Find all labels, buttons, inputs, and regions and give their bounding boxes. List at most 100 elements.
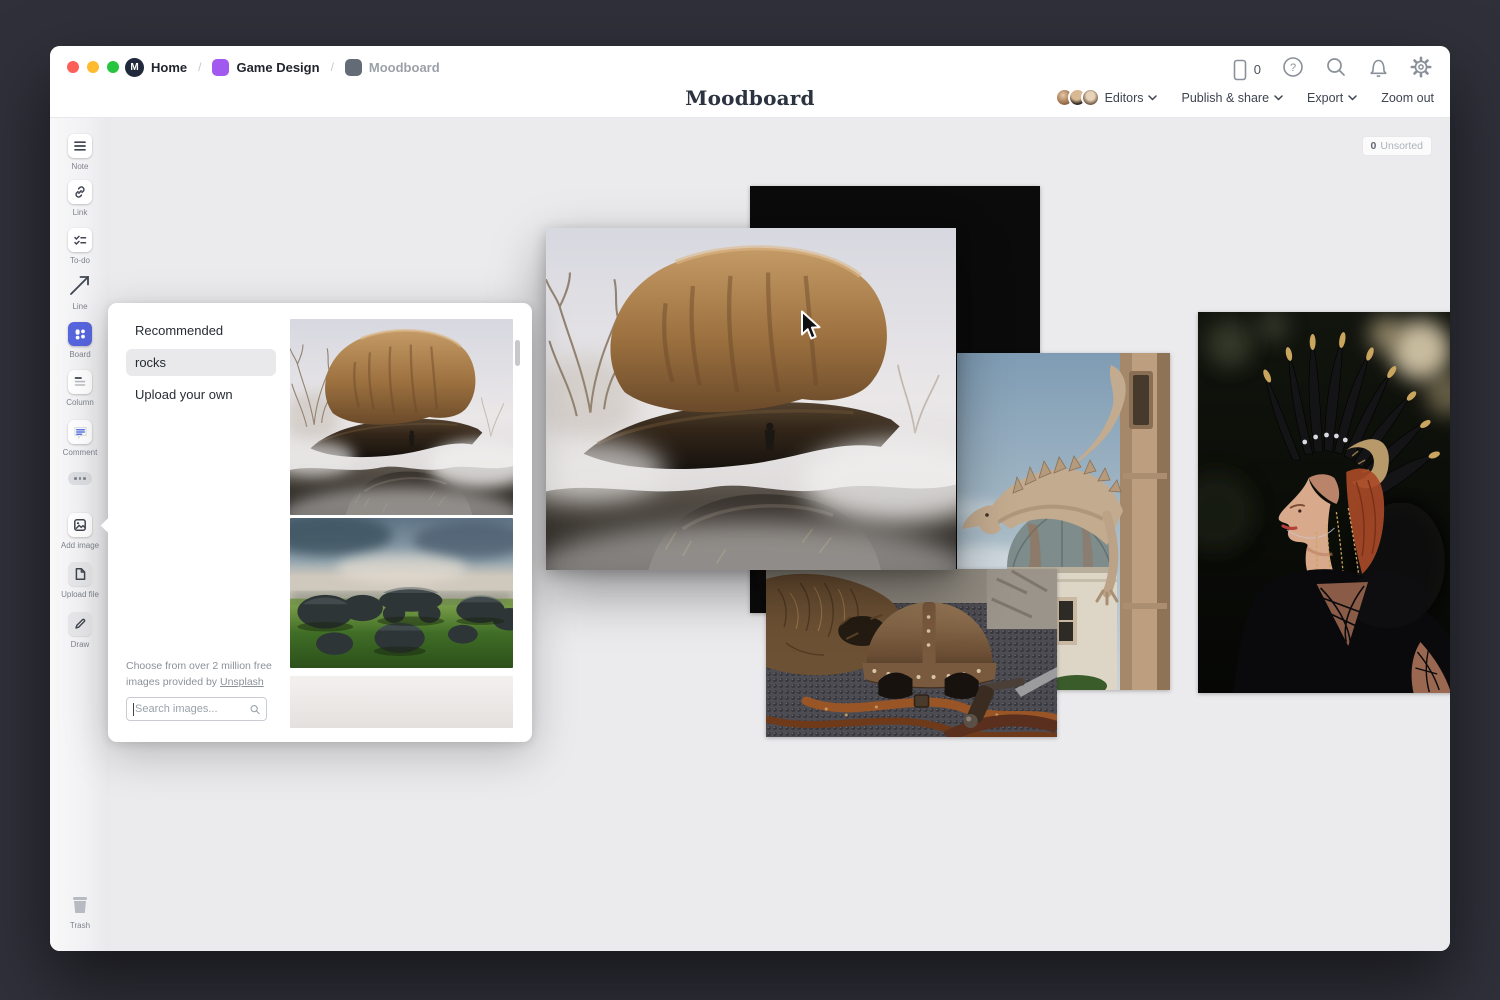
tool-upload-file[interactable]: Upload file (50, 562, 110, 599)
menu-item-recommended[interactable]: Recommended (126, 317, 276, 344)
gear-icon (1410, 56, 1432, 78)
zoom-out-label: Zoom out (1381, 91, 1434, 105)
tool-draw[interactable]: Draw (50, 612, 110, 649)
unsplash-attribution: Choose from over 2 million free images p… (126, 659, 272, 691)
board-chip-game-design[interactable] (212, 59, 229, 76)
export-menu[interactable]: Export (1307, 91, 1357, 105)
close-window-button[interactable] (67, 61, 79, 73)
editors-label: Editors (1105, 91, 1144, 105)
breadcrumb: M Home / Game Design / Moodboard (125, 56, 440, 78)
tool-label: Line (72, 302, 87, 311)
tool-note[interactable]: Note (50, 134, 110, 171)
breadcrumb-separator: / (331, 60, 334, 74)
breadcrumb-home[interactable]: Home (151, 60, 187, 75)
help-icon: ? (1282, 56, 1304, 78)
comment-icon (73, 425, 88, 440)
milanote-logo[interactable]: M (125, 58, 144, 77)
arrow-line-icon (67, 272, 93, 298)
add-image-icon (73, 518, 87, 532)
image-search-box[interactable] (126, 697, 267, 721)
search-images-input[interactable] (135, 703, 250, 715)
result-image-dolmen-stones[interactable] (290, 518, 513, 668)
export-label: Export (1307, 91, 1343, 105)
trash-label: Trash (70, 921, 90, 930)
trash-target[interactable]: Trash (50, 893, 110, 930)
link-icon (73, 185, 87, 199)
search-icon (1325, 56, 1347, 78)
note-icon (73, 139, 87, 153)
bell-icon (1368, 56, 1389, 78)
chevron-down-icon (1348, 95, 1357, 101)
result-image-balancing-rock[interactable] (290, 319, 513, 515)
unsorted-label: Unsorted (1380, 140, 1423, 152)
tool-add-image[interactable]: Add image (50, 513, 110, 550)
image-results-list (290, 303, 513, 742)
popup-scrollbar[interactable] (515, 311, 520, 734)
chevron-down-icon (1274, 95, 1283, 101)
help-button[interactable]: ? (1282, 56, 1304, 83)
tool-label: Draw (71, 640, 90, 649)
breadcrumb-moodboard: Moodboard (369, 60, 440, 75)
editors-menu[interactable]: Editors (1055, 88, 1158, 107)
tool-label: Comment (63, 448, 98, 457)
search-icon (250, 704, 260, 715)
image-card-viking-helmet[interactable] (766, 569, 1057, 737)
tool-comment[interactable]: Comment (50, 420, 110, 457)
device-count: 0 (1254, 62, 1261, 77)
tool-label: To-do (70, 256, 90, 265)
chevron-down-icon (1148, 95, 1157, 101)
tool-label: Column (66, 398, 94, 407)
tool-label: Upload file (61, 590, 99, 599)
todo-icon (73, 233, 87, 247)
breadcrumb-game-design[interactable]: Game Design (236, 60, 319, 75)
trash-icon (68, 893, 92, 917)
unsorted-count: 0 (1371, 140, 1377, 152)
board-canvas[interactable]: 0 Unsorted (50, 118, 1450, 951)
window-controls (67, 61, 119, 73)
zoom-window-button[interactable] (107, 61, 119, 73)
notifications-button[interactable] (1368, 56, 1389, 83)
tool-link[interactable]: Link (50, 180, 110, 217)
minimize-window-button[interactable] (87, 61, 99, 73)
menu-item-upload-your-own[interactable]: Upload your own (126, 381, 276, 408)
scrollbar-thumb[interactable] (515, 340, 520, 366)
text-caret (133, 703, 134, 716)
settings-button[interactable] (1410, 56, 1432, 83)
tool-line[interactable]: Line (50, 272, 110, 311)
phone-icon (1229, 59, 1249, 81)
more-tools-icon (68, 472, 92, 485)
editor-avatars (1055, 88, 1100, 107)
upload-file-icon (73, 567, 87, 581)
zoom-out-button[interactable]: Zoom out (1381, 91, 1434, 105)
menu-item-rocks[interactable]: rocks (126, 349, 276, 376)
publish-share-menu[interactable]: Publish & share (1181, 91, 1283, 105)
tool-column[interactable]: Column (50, 370, 110, 407)
tool-label: Add image (61, 541, 99, 550)
image-picker-popup: Recommended rocks Upload your own Choose… (108, 303, 532, 742)
header: M Home / Game Design / Moodboard Moodboa… (50, 46, 1450, 118)
result-image-partial[interactable] (290, 676, 513, 728)
draw-pencil-icon (73, 617, 87, 631)
breadcrumb-separator: / (198, 60, 201, 74)
board-icon (73, 327, 87, 341)
svg-text:?: ? (1290, 62, 1296, 74)
device-preview-control[interactable]: 0 (1229, 59, 1261, 81)
unsorted-badge[interactable]: 0 Unsorted (1362, 136, 1432, 156)
toolbar-sidebar: Note Link To-do Line Board Column (50, 118, 110, 951)
app-window: M Home / Game Design / Moodboard Moodboa… (50, 46, 1450, 951)
tool-label: Board (69, 350, 90, 359)
image-card-dragged-rock[interactable] (546, 228, 956, 570)
image-card-headdress-woman[interactable] (1198, 312, 1450, 693)
tool-label: Link (73, 208, 88, 217)
tool-todo[interactable]: To-do (50, 228, 110, 265)
image-picker-menu: Recommended rocks Upload your own (126, 317, 276, 413)
tool-board[interactable]: Board (50, 322, 110, 359)
search-button[interactable] (1325, 56, 1347, 83)
publish-share-label: Publish & share (1181, 91, 1269, 105)
mouse-cursor (800, 310, 821, 341)
tool-more[interactable] (50, 472, 110, 485)
tool-label: Note (72, 162, 89, 171)
unsplash-link[interactable]: Unsplash (220, 676, 264, 688)
board-chip-moodboard (345, 59, 362, 76)
avatar (1081, 88, 1100, 107)
